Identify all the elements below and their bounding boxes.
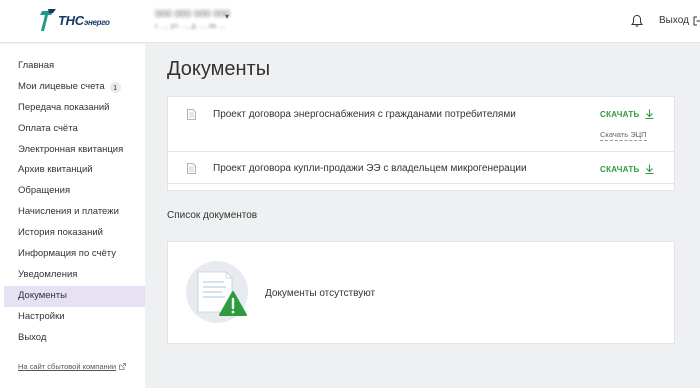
- sidebar-item-label: Информация по счёту: [18, 248, 116, 260]
- sidebar-item-charges[interactable]: Начисления и платежи: [0, 202, 145, 223]
- empty-documents-text: Документы отсутствуют: [265, 288, 376, 299]
- document-title: Проект договора купли-продажи ЭЭ с владе…: [213, 163, 527, 174]
- logout-label: Выход: [659, 15, 689, 26]
- account-number: 000 000 000 000: [155, 9, 231, 20]
- download-icon: [645, 109, 654, 119]
- download-button[interactable]: СКАЧАТЬ: [600, 109, 654, 119]
- sidebar-item-label: Уведомления: [18, 268, 78, 280]
- document-warning-icon: [186, 261, 248, 323]
- sidebar-item-label: Электронная квитанция: [18, 143, 124, 155]
- sidebar-item-label: Настройки: [18, 310, 65, 322]
- download-label: СКАЧАТЬ: [600, 164, 640, 174]
- documents-list-title: Список документов: [167, 210, 258, 221]
- page-title: Документы: [167, 58, 271, 80]
- supplier-site-link[interactable]: На сайт сбытовой компании: [18, 362, 126, 371]
- sidebar-item-receipt-archive[interactable]: Архив квитанций: [0, 160, 145, 181]
- caret-down-icon[interactable]: ▾: [225, 12, 229, 21]
- logo-main-text: ТНС: [58, 13, 84, 28]
- sidebar-item-settings[interactable]: Настройки: [0, 307, 145, 328]
- download-ecp-link[interactable]: Скачать ЭЦП: [600, 130, 647, 141]
- sidebar-item-label: Передача показаний: [18, 101, 110, 113]
- account-address: г. ..., ул. ..., д. ..., кв. ...: [155, 23, 226, 30]
- document-icon: [187, 109, 196, 120]
- accounts-count-badge: 1: [109, 81, 121, 93]
- logout-button[interactable]: Выход: [659, 15, 700, 26]
- supplier-site-label: На сайт сбытовой компании: [18, 362, 117, 371]
- sidebar-item-e-receipt[interactable]: Электронная квитанция: [0, 140, 145, 161]
- document-title: Проект договора энергоснабжения с гражда…: [213, 109, 516, 120]
- sidebar-item-notifications[interactable]: Уведомления: [0, 265, 145, 286]
- empty-documents-card: Документы отсутствуют: [167, 241, 675, 344]
- sidebar-item-label: Оплата счёта: [18, 122, 78, 134]
- download-label: СКАЧАТЬ: [600, 109, 640, 119]
- sidebar-item-payment[interactable]: Оплата счёта: [0, 119, 145, 140]
- logout-icon: [693, 16, 700, 25]
- sidebar-item-account-info[interactable]: Информация по счёту: [0, 244, 145, 265]
- logo-sub-text: энерго: [83, 18, 110, 27]
- external-link-icon: [119, 363, 126, 370]
- sidebar-item-requests[interactable]: Обращения: [0, 181, 145, 202]
- sidebar-item-label: Архив квитанций: [18, 164, 93, 176]
- sidebar-item-label: Выход: [18, 331, 47, 343]
- sidebar-item-label: Главная: [18, 60, 55, 71]
- logo-text: ТНСэнерго: [58, 13, 110, 28]
- sidebar: Главная Мои лицевые счета 1 Передача пока…: [0, 44, 145, 388]
- sidebar-item-readings-submit[interactable]: Передача показаний: [0, 98, 145, 119]
- document-card: Проект договора купли-продажи ЭЭ с владе…: [167, 151, 675, 184]
- sidebar-item-accounts[interactable]: Мои лицевые счета 1: [0, 77, 145, 98]
- download-button[interactable]: СКАЧАТЬ: [600, 164, 654, 174]
- sidebar-item-label: Обращения: [18, 185, 71, 197]
- sidebar-item-home[interactable]: Главная: [0, 56, 145, 77]
- sidebar-menu: Главная Мои лицевые счета 1 Передача пока…: [0, 44, 145, 348]
- account-selector[interactable]: 000 000 000 000 г. ..., ул. ..., д. ...,…: [155, 9, 230, 30]
- top-bar: ТНСэнерго 000 000 000 000 г. ..., ул. ..…: [0, 0, 700, 43]
- sidebar-item-label: История показаний: [18, 227, 103, 239]
- document-icon: [187, 163, 196, 174]
- sidebar-item-label: Начисления и платежи: [18, 206, 119, 218]
- bell-icon[interactable]: [630, 14, 644, 28]
- sidebar-item-exit[interactable]: Выход: [0, 328, 145, 349]
- sidebar-item-readings-history[interactable]: История показаний: [0, 223, 145, 244]
- download-icon: [645, 164, 654, 174]
- sidebar-item-documents[interactable]: Документы: [4, 285, 145, 307]
- sidebar-item-label: Документы: [18, 289, 67, 301]
- sidebar-item-label: Мои лицевые счета: [18, 80, 105, 92]
